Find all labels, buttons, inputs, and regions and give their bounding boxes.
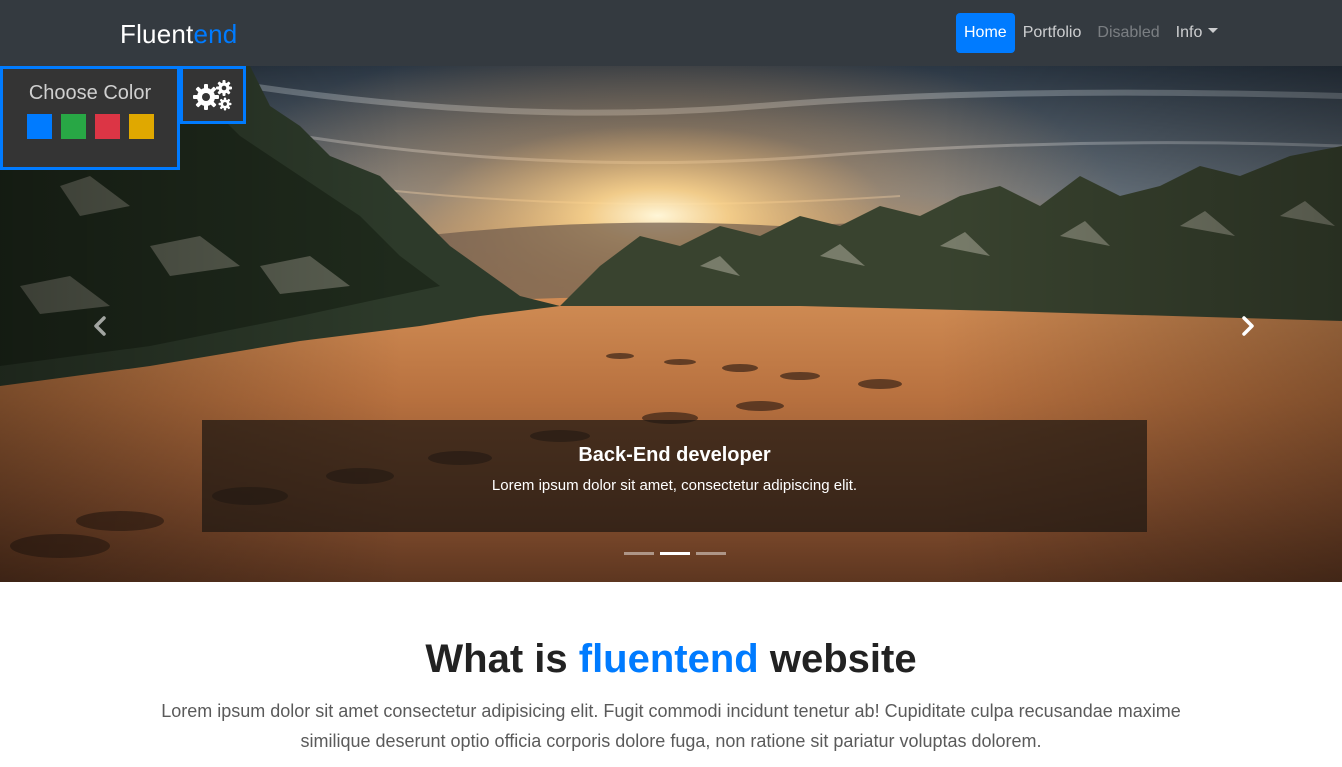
carousel-next-button[interactable] — [1228, 306, 1268, 346]
color-swatch-red[interactable] — [94, 114, 120, 139]
carousel-indicator[interactable] — [624, 552, 654, 555]
chevron-left-icon — [94, 316, 106, 336]
brand-logo[interactable]: Fluentend — [120, 18, 237, 50]
intro-heading-prefix: What is — [425, 637, 579, 681]
intro-body: Lorem ipsum dolor sit amet consectetur a… — [161, 701, 1181, 751]
brand-accent: end — [193, 19, 238, 49]
color-swatch-green[interactable] — [60, 114, 86, 139]
chevron-right-icon — [1242, 316, 1254, 336]
nav-item-disabled: Disabled — [1097, 24, 1160, 41]
intro-heading-suffix: website — [758, 637, 917, 681]
caret-down-icon — [1208, 28, 1219, 34]
color-chooser-panel: Choose Color — [0, 66, 180, 170]
intro-section: What is fluentend website Lorem ipsum do… — [0, 582, 1342, 767]
caption-title: Back-End developer — [578, 444, 771, 466]
gears-icon — [193, 80, 232, 111]
navbar: Fluentend Home Portfolio Disabled Info — [0, 0, 1342, 66]
carousel-indicators — [624, 552, 726, 555]
nav-item-home[interactable]: Home — [956, 13, 1015, 53]
color-chooser-toggle-button[interactable] — [180, 66, 246, 124]
carousel-caption: Back-End developer Lorem ipsum dolor sit… — [202, 420, 1147, 532]
color-swatch-yellow[interactable] — [128, 114, 154, 139]
nav-menu: Home Portfolio Disabled Info — [956, 13, 1226, 53]
intro-heading-accent: fluentend — [578, 637, 759, 681]
color-swatches — [3, 114, 177, 139]
intro-heading: What is fluentend website — [0, 636, 1342, 682]
caption-text: Lorem ipsum dolor sit amet, consectetur … — [491, 477, 858, 494]
carousel-prev-button[interactable] — [80, 306, 120, 346]
nav-item-portfolio[interactable]: Portfolio — [1015, 13, 1090, 53]
color-chooser-title: Choose Color — [28, 82, 152, 104]
nav-item-info-dropdown[interactable]: Info — [1168, 13, 1227, 53]
brand-prefix: Fluent — [120, 19, 194, 49]
carousel-indicator[interactable] — [696, 552, 726, 555]
hero-carousel: Back-End developer Lorem ipsum dolor sit… — [0, 66, 1342, 582]
nav-item-info-label: Info — [1175, 24, 1203, 41]
carousel-indicator-active[interactable] — [660, 552, 690, 555]
color-swatch-blue[interactable] — [26, 114, 52, 139]
